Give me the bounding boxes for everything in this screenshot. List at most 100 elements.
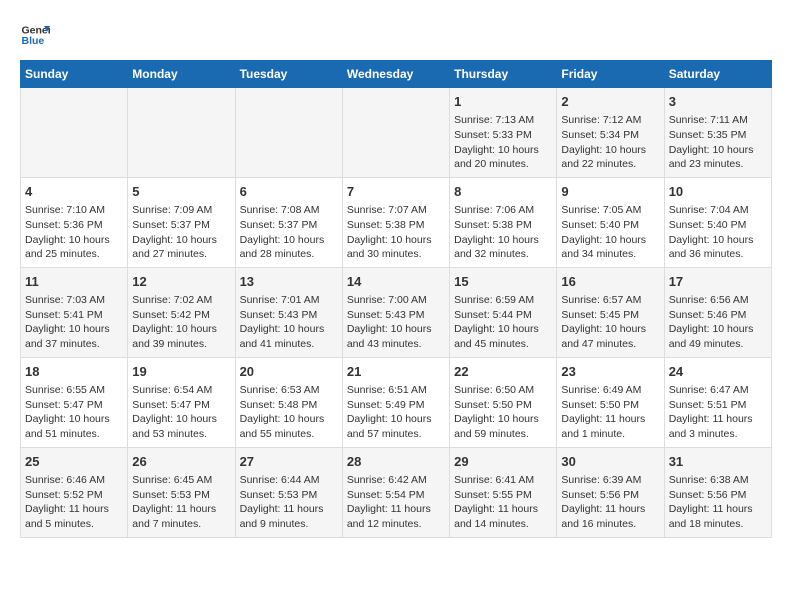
day-number: 30 <box>561 453 659 471</box>
day-number: 28 <box>347 453 445 471</box>
day-number: 29 <box>454 453 552 471</box>
cell-info: Sunrise: 7:12 AM Sunset: 5:34 PM Dayligh… <box>561 113 659 172</box>
calendar-cell: 4 Sunrise: 7:10 AM Sunset: 5:36 PM Daylig… <box>21 177 128 267</box>
cell-info: Sunrise: 7:04 AM Sunset: 5:40 PM Dayligh… <box>669 203 767 262</box>
cell-info: Sunrise: 6:49 AM Sunset: 5:50 PM Dayligh… <box>561 383 659 442</box>
day-number: 7 <box>347 183 445 201</box>
calendar-cell: 3 Sunrise: 7:11 AM Sunset: 5:35 PM Daylig… <box>664 88 771 178</box>
calendar-cell <box>235 88 342 178</box>
day-number: 4 <box>25 183 123 201</box>
header-saturday: Saturday <box>664 61 771 88</box>
day-number: 17 <box>669 273 767 291</box>
week-row-5: 25Sunrise: 6:46 AM Sunset: 5:52 PM Dayli… <box>21 447 772 537</box>
calendar-cell: 12Sunrise: 7:02 AM Sunset: 5:42 PM Dayli… <box>128 267 235 357</box>
day-number: 14 <box>347 273 445 291</box>
calendar-cell: 23 Sunrise: 6:49 AM Sunset: 5:50 PM Dayli… <box>557 357 664 447</box>
day-number: 21 <box>347 363 445 381</box>
day-number: 16 <box>561 273 659 291</box>
calendar-cell: 24 Sunrise: 6:47 AM Sunset: 5:51 PM Dayli… <box>664 357 771 447</box>
day-number: 2 <box>561 93 659 111</box>
cell-info: Sunrise: 7:07 AM Sunset: 5:38 PM Dayligh… <box>347 203 445 262</box>
calendar-cell: 25Sunrise: 6:46 AM Sunset: 5:52 PM Dayli… <box>21 447 128 537</box>
day-number: 26 <box>132 453 230 471</box>
cell-info: Sunrise: 6:38 AM Sunset: 5:56 PM Dayligh… <box>669 473 767 532</box>
calendar-cell: 2 Sunrise: 7:12 AM Sunset: 5:34 PM Daylig… <box>557 88 664 178</box>
day-number: 3 <box>669 93 767 111</box>
cell-info: Sunrise: 6:50 AM Sunset: 5:50 PM Dayligh… <box>454 383 552 442</box>
day-number: 10 <box>669 183 767 201</box>
calendar-cell: 28 Sunrise: 6:42 AM Sunset: 5:54 PM Dayli… <box>342 447 449 537</box>
cell-info: Sunrise: 7:05 AM Sunset: 5:40 PM Dayligh… <box>561 203 659 262</box>
day-number: 5 <box>132 183 230 201</box>
calendar-cell <box>342 88 449 178</box>
cell-info: Sunrise: 7:03 AM Sunset: 5:41 PM Dayligh… <box>25 293 123 352</box>
header-row: SundayMondayTuesdayWednesdayThursdayFrid… <box>21 61 772 88</box>
cell-info: Sunrise: 6:56 AM Sunset: 5:46 PM Dayligh… <box>669 293 767 352</box>
cell-info: Sunrise: 6:55 AM Sunset: 5:47 PM Dayligh… <box>25 383 123 442</box>
cell-info: Sunrise: 7:10 AM Sunset: 5:36 PM Dayligh… <box>25 203 123 262</box>
calendar-cell: 26 Sunrise: 6:45 AM Sunset: 5:53 PM Dayli… <box>128 447 235 537</box>
calendar-cell <box>21 88 128 178</box>
cell-info: Sunrise: 6:47 AM Sunset: 5:51 PM Dayligh… <box>669 383 767 442</box>
header-wednesday: Wednesday <box>342 61 449 88</box>
header-thursday: Thursday <box>450 61 557 88</box>
cell-info: Sunrise: 6:53 AM Sunset: 5:48 PM Dayligh… <box>240 383 338 442</box>
calendar-cell: 6 Sunrise: 7:08 AM Sunset: 5:37 PM Daylig… <box>235 177 342 267</box>
svg-text:Blue: Blue <box>22 35 45 47</box>
calendar-cell: 31Sunrise: 6:38 AM Sunset: 5:56 PM Dayli… <box>664 447 771 537</box>
calendar-cell: 1 Sunrise: 7:13 AM Sunset: 5:33 PM Daylig… <box>450 88 557 178</box>
day-number: 6 <box>240 183 338 201</box>
cell-info: Sunrise: 7:01 AM Sunset: 5:43 PM Dayligh… <box>240 293 338 352</box>
cell-info: Sunrise: 6:45 AM Sunset: 5:53 PM Dayligh… <box>132 473 230 532</box>
day-number: 23 <box>561 363 659 381</box>
day-number: 19 <box>132 363 230 381</box>
week-row-3: 11 Sunrise: 7:03 AM Sunset: 5:41 PM Dayli… <box>21 267 772 357</box>
cell-info: Sunrise: 6:39 AM Sunset: 5:56 PM Dayligh… <box>561 473 659 532</box>
calendar-cell: 9Sunrise: 7:05 AM Sunset: 5:40 PM Daylig… <box>557 177 664 267</box>
calendar-cell <box>128 88 235 178</box>
day-number: 11 <box>25 273 123 291</box>
calendar-cell: 21Sunrise: 6:51 AM Sunset: 5:49 PM Dayli… <box>342 357 449 447</box>
week-row-4: 18 Sunrise: 6:55 AM Sunset: 5:47 PM Dayli… <box>21 357 772 447</box>
cell-info: Sunrise: 7:08 AM Sunset: 5:37 PM Dayligh… <box>240 203 338 262</box>
calendar-cell: 8Sunrise: 7:06 AM Sunset: 5:38 PM Daylig… <box>450 177 557 267</box>
day-number: 1 <box>454 93 552 111</box>
day-number: 22 <box>454 363 552 381</box>
day-number: 20 <box>240 363 338 381</box>
cell-info: Sunrise: 7:11 AM Sunset: 5:35 PM Dayligh… <box>669 113 767 172</box>
week-row-1: 1 Sunrise: 7:13 AM Sunset: 5:33 PM Daylig… <box>21 88 772 178</box>
cell-info: Sunrise: 7:13 AM Sunset: 5:33 PM Dayligh… <box>454 113 552 172</box>
cell-info: Sunrise: 7:09 AM Sunset: 5:37 PM Dayligh… <box>132 203 230 262</box>
day-number: 25 <box>25 453 123 471</box>
calendar-cell: 22 Sunrise: 6:50 AM Sunset: 5:50 PM Dayli… <box>450 357 557 447</box>
week-row-2: 4 Sunrise: 7:10 AM Sunset: 5:36 PM Daylig… <box>21 177 772 267</box>
day-number: 12 <box>132 273 230 291</box>
calendar-cell: 7 Sunrise: 7:07 AM Sunset: 5:38 PM Daylig… <box>342 177 449 267</box>
calendar-cell: 20 Sunrise: 6:53 AM Sunset: 5:48 PM Dayli… <box>235 357 342 447</box>
cell-info: Sunrise: 6:59 AM Sunset: 5:44 PM Dayligh… <box>454 293 552 352</box>
day-number: 13 <box>240 273 338 291</box>
calendar-cell: 16 Sunrise: 6:57 AM Sunset: 5:45 PM Dayli… <box>557 267 664 357</box>
day-number: 27 <box>240 453 338 471</box>
cell-info: Sunrise: 6:42 AM Sunset: 5:54 PM Dayligh… <box>347 473 445 532</box>
cell-info: Sunrise: 6:54 AM Sunset: 5:47 PM Dayligh… <box>132 383 230 442</box>
calendar-cell: 14Sunrise: 7:00 AM Sunset: 5:43 PM Dayli… <box>342 267 449 357</box>
cell-info: Sunrise: 6:57 AM Sunset: 5:45 PM Dayligh… <box>561 293 659 352</box>
header-sunday: Sunday <box>21 61 128 88</box>
logo: General Blue <box>20 20 54 50</box>
day-number: 15 <box>454 273 552 291</box>
calendar-table: SundayMondayTuesdayWednesdayThursdayFrid… <box>20 60 772 538</box>
day-number: 18 <box>25 363 123 381</box>
calendar-cell: 15 Sunrise: 6:59 AM Sunset: 5:44 PM Dayli… <box>450 267 557 357</box>
calendar-cell: 17 Sunrise: 6:56 AM Sunset: 5:46 PM Dayli… <box>664 267 771 357</box>
day-number: 24 <box>669 363 767 381</box>
header-monday: Monday <box>128 61 235 88</box>
calendar-cell: 13 Sunrise: 7:01 AM Sunset: 5:43 PM Dayli… <box>235 267 342 357</box>
header-tuesday: Tuesday <box>235 61 342 88</box>
header-friday: Friday <box>557 61 664 88</box>
cell-info: Sunrise: 7:06 AM Sunset: 5:38 PM Dayligh… <box>454 203 552 262</box>
cell-info: Sunrise: 6:44 AM Sunset: 5:53 PM Dayligh… <box>240 473 338 532</box>
calendar-cell: 29 Sunrise: 6:41 AM Sunset: 5:55 PM Dayli… <box>450 447 557 537</box>
cell-info: Sunrise: 6:41 AM Sunset: 5:55 PM Dayligh… <box>454 473 552 532</box>
header: General Blue <box>20 20 772 50</box>
